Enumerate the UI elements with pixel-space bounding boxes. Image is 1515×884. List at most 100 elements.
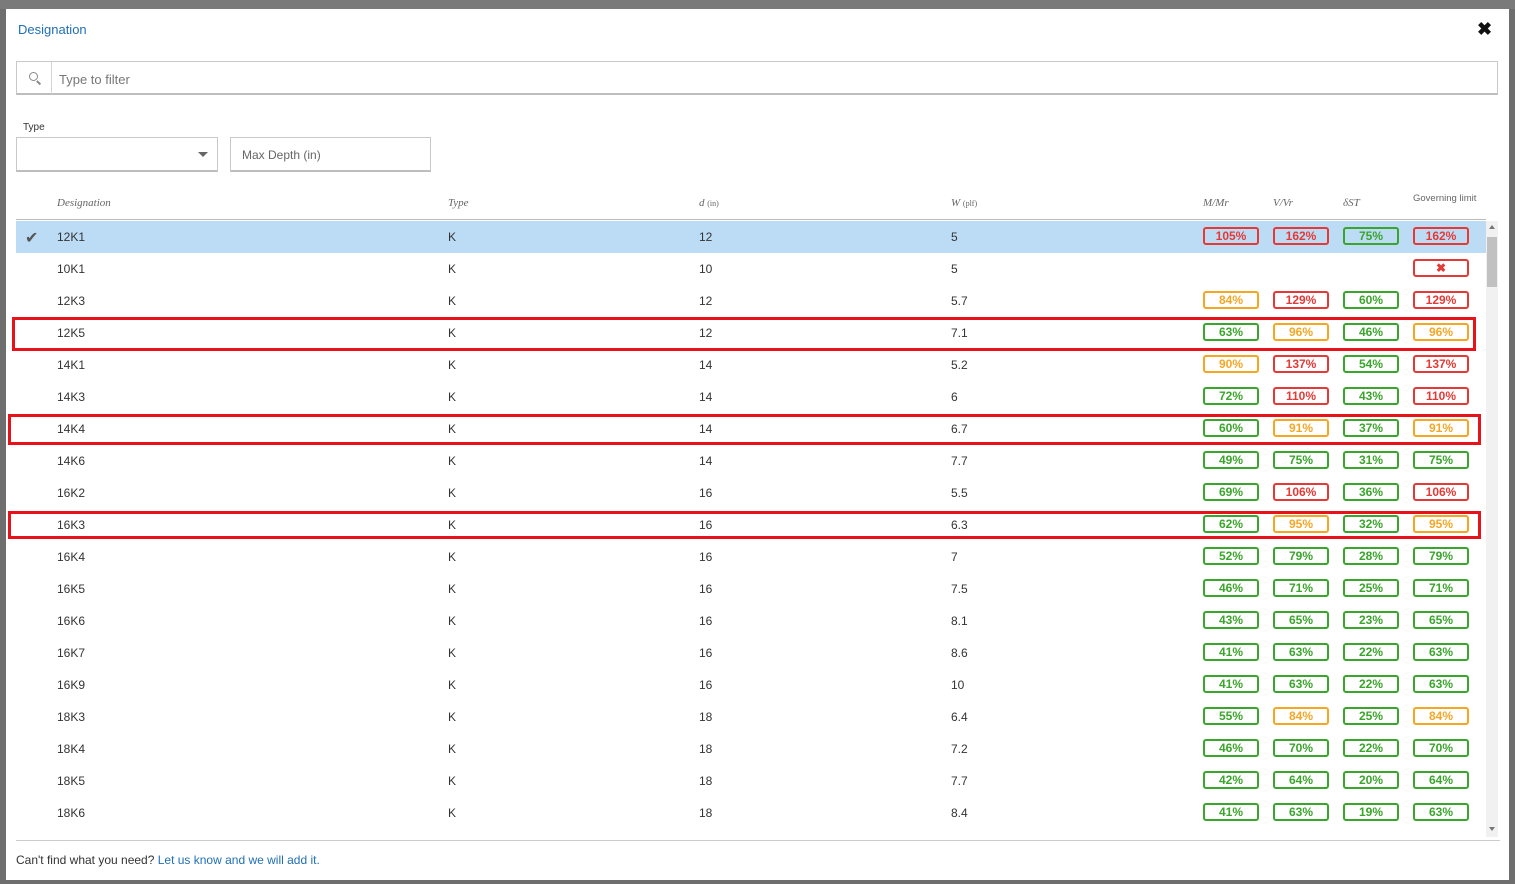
deflection-badge: 22%: [1343, 643, 1399, 661]
shear-ratio-badge: 96%: [1273, 323, 1329, 341]
moment-ratio-badge: 62%: [1203, 515, 1259, 533]
col-header-governing-limit[interactable]: Governing limit: [1413, 193, 1476, 204]
table-row[interactable]: 14K3 K 14 6 72% 110% 43% 110%: [16, 381, 1486, 413]
table-scrollbar[interactable]: [1486, 221, 1498, 837]
table-row[interactable]: 14K1 K 14 5.2 90% 137% 54% 137%: [16, 349, 1486, 381]
cell-type: K: [448, 614, 457, 628]
background-page: [0, 0, 1515, 9]
cell-d: 14: [699, 454, 713, 468]
shear-ratio-badge: 65%: [1273, 611, 1329, 629]
table-row[interactable]: 16K9 K 16 10 41% 63% 22% 63%: [16, 669, 1486, 701]
table-row[interactable]: 12K3 K 12 5.7 84% 129% 60% 129%: [16, 285, 1486, 317]
shear-ratio-badge: 70%: [1273, 739, 1329, 757]
governing-limit-badge: 129%: [1413, 291, 1469, 309]
shear-ratio-badge: 64%: [1273, 771, 1329, 789]
col-header-weight[interactable]: W (plf): [951, 197, 977, 209]
table-row[interactable]: 14K4 K 14 6.7 60% 91% 37% 91%: [16, 413, 1486, 445]
deflection-badge: 75%: [1343, 227, 1399, 245]
cell-d: 18: [699, 710, 713, 724]
cell-d: 16: [699, 486, 713, 500]
col-header-weight-unit: (plf): [962, 199, 978, 208]
designation-dialog: Designation ✖ Type Designation Type d (i…: [6, 9, 1509, 880]
shear-ratio-badge: 63%: [1273, 675, 1329, 693]
deflection-badge: 60%: [1343, 291, 1399, 309]
cell-designation: 18K6: [57, 806, 86, 820]
governing-limit-badge: 110%: [1413, 387, 1469, 405]
col-header-moment-ratio[interactable]: M/Mr: [1203, 197, 1229, 209]
table-row[interactable]: 16K4 K 16 7 52% 79% 28% 79%: [16, 541, 1486, 573]
table-row[interactable]: 16K7 K 16 8.6 41% 63% 22% 63%: [16, 637, 1486, 669]
col-header-type[interactable]: Type: [448, 197, 469, 209]
scroll-up-icon[interactable]: [1489, 225, 1495, 229]
deflection-badge: 54%: [1343, 355, 1399, 373]
header-divider: [16, 219, 1486, 220]
cell-w: 7: [951, 550, 958, 564]
type-select[interactable]: [16, 137, 218, 172]
deflection-badge: 22%: [1343, 739, 1399, 757]
governing-limit-badge: 79%: [1413, 547, 1469, 565]
cell-w: 7.7: [951, 454, 968, 468]
cell-d: 18: [699, 774, 713, 788]
col-header-depth[interactable]: d (in): [699, 197, 719, 209]
moment-ratio-badge: 41%: [1203, 675, 1259, 693]
moment-ratio-badge: 43%: [1203, 611, 1259, 629]
scroll-down-icon[interactable]: [1489, 827, 1495, 831]
max-depth-input[interactable]: [240, 147, 424, 163]
col-header-depth-label: d: [699, 197, 705, 209]
col-header-deflection[interactable]: δST: [1343, 197, 1360, 209]
cell-d: 16: [699, 550, 713, 564]
max-depth-field: [230, 137, 431, 172]
cell-designation: 16K3: [57, 518, 86, 532]
table-row[interactable]: 16K6 K 16 8.1 43% 65% 23% 65%: [16, 605, 1486, 637]
moment-ratio-badge: 63%: [1203, 323, 1259, 341]
cell-type: K: [448, 806, 457, 820]
governing-limit-badge: 162%: [1413, 227, 1469, 245]
cell-type: K: [448, 550, 457, 564]
scrollbar-thumb[interactable]: [1487, 237, 1497, 287]
col-header-shear-ratio[interactable]: V/Vr: [1273, 197, 1293, 209]
cell-d: 18: [699, 806, 713, 820]
moment-ratio-badge: 72%: [1203, 387, 1259, 405]
table-row[interactable]: 18K6 K 18 8.4 41% 63% 19% 63%: [16, 797, 1486, 829]
moment-ratio-badge: 105%: [1203, 227, 1259, 245]
cell-d: 12: [699, 294, 713, 308]
table-row[interactable]: 18K4 K 18 7.2 46% 70% 22% 70%: [16, 733, 1486, 765]
cell-type: K: [448, 326, 457, 340]
cell-type: K: [448, 774, 457, 788]
cell-designation: 12K5: [57, 326, 86, 340]
moment-ratio-badge: 52%: [1203, 547, 1259, 565]
governing-limit-badge: 63%: [1413, 643, 1469, 661]
table-row[interactable]: 14K6 K 14 7.7 49% 75% 31% 75%: [16, 445, 1486, 477]
cell-designation: 16K4: [57, 550, 86, 564]
footer-divider: [16, 840, 1500, 841]
table-row[interactable]: 18K3 K 18 6.4 55% 84% 25% 84%: [16, 701, 1486, 733]
table-row[interactable]: 16K2 K 16 5.5 69% 106% 36% 106%: [16, 477, 1486, 509]
cell-w: 8.1: [951, 614, 968, 628]
table-row[interactable]: 18K5 K 18 7.7 42% 64% 20% 64%: [16, 765, 1486, 797]
moment-ratio-badge: 55%: [1203, 707, 1259, 725]
close-icon[interactable]: ✖: [1477, 19, 1492, 40]
designation-table: ✔ 12K1 K 12 5 105% 162% 75% 162% 10K1 K 10 5 ✖ 12K3 K 12…: [16, 221, 1486, 837]
shear-ratio-badge: 71%: [1273, 579, 1329, 597]
table-row[interactable]: ✔ 12K1 K 12 5 105% 162% 75% 162%: [16, 221, 1486, 253]
deflection-badge: 43%: [1343, 387, 1399, 405]
cell-designation: 10K1: [57, 262, 86, 276]
col-header-designation[interactable]: Designation: [57, 197, 111, 209]
governing-limit-badge: ✖: [1413, 259, 1469, 277]
cell-designation: 18K4: [57, 742, 86, 756]
cell-w: 6.4: [951, 710, 968, 724]
cell-d: 16: [699, 646, 713, 660]
table-row[interactable]: 10K1 K 10 5 ✖: [16, 253, 1486, 285]
deflection-badge: 32%: [1343, 515, 1399, 533]
table-row[interactable]: 16K3 K 16 6.3 62% 95% 32% 95%: [16, 509, 1486, 541]
cell-designation: 16K5: [57, 582, 86, 596]
cell-d: 12: [699, 326, 713, 340]
request-link[interactable]: Let us know and we will add it.: [158, 853, 320, 867]
table-row[interactable]: 16K5 K 16 7.5 46% 71% 25% 71%: [16, 573, 1486, 605]
cell-w: 8.6: [951, 646, 968, 660]
cell-d: 16: [699, 614, 713, 628]
cell-designation: 14K3: [57, 390, 86, 404]
cell-type: K: [448, 710, 457, 724]
search-input[interactable]: [57, 68, 1461, 90]
table-row[interactable]: 12K5 K 12 7.1 63% 96% 46% 96%: [16, 317, 1486, 349]
